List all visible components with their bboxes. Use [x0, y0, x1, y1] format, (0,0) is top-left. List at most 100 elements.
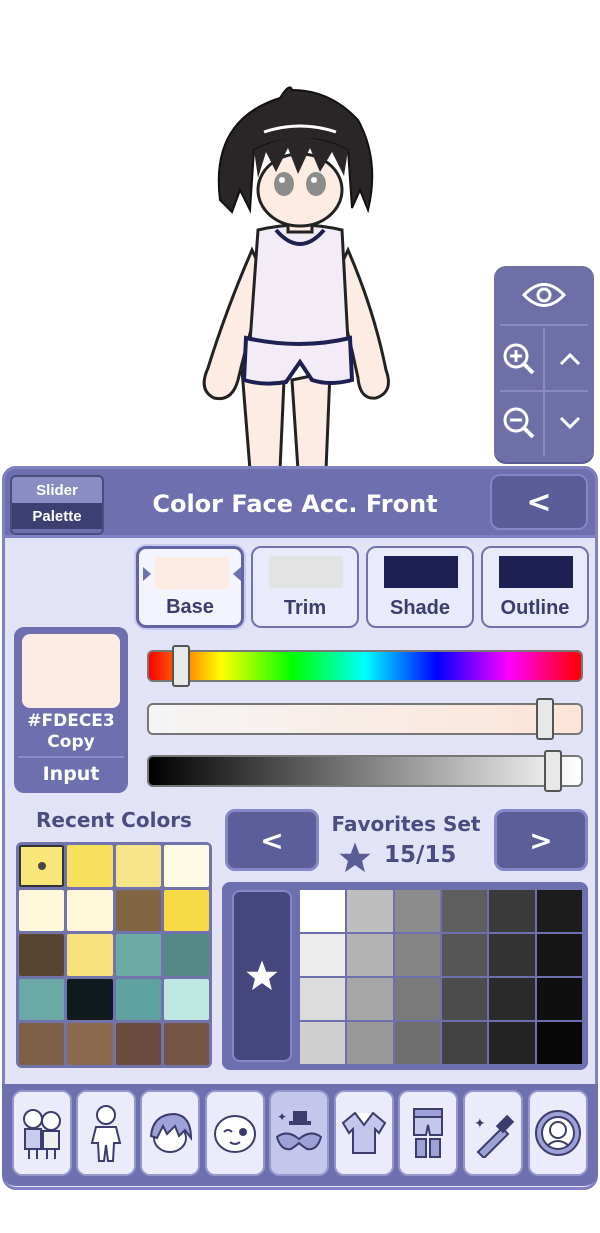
- slot-outline-swatch: [499, 556, 573, 588]
- eye-icon[interactable]: [494, 266, 594, 324]
- recent-color-swatch[interactable]: [67, 934, 113, 976]
- favorite-color-swatch[interactable]: [394, 934, 440, 976]
- add-favorite-button[interactable]: [232, 890, 292, 1062]
- favorite-color-swatch[interactable]: [394, 978, 440, 1020]
- profile-button[interactable]: [528, 1090, 588, 1176]
- scroll-up-icon[interactable]: [545, 328, 594, 390]
- slot-trim-label: Trim: [283, 597, 327, 619]
- recent-color-swatch[interactable]: [19, 1023, 65, 1065]
- accessories-icon: ✦: [275, 1110, 323, 1151]
- mode-toggle[interactable]: Slider Palette: [10, 475, 104, 535]
- star-icon: [339, 842, 371, 873]
- panel-title: Color Face Acc. Front: [152, 490, 438, 518]
- star-icon: [246, 960, 278, 991]
- face-icon: [214, 1115, 256, 1153]
- mode-slider-option[interactable]: Slider: [12, 477, 102, 503]
- copy-button[interactable]: Copy: [14, 732, 128, 752]
- favorite-color-swatch[interactable]: [536, 1022, 582, 1064]
- favorite-color-swatch[interactable]: [536, 934, 582, 976]
- recent-color-swatch[interactable]: [163, 978, 209, 1021]
- favorite-color-swatch[interactable]: [394, 890, 440, 932]
- favorite-color-swatch[interactable]: [536, 978, 582, 1020]
- mode-palette-option[interactable]: Palette: [12, 503, 102, 529]
- favorite-color-swatch[interactable]: [300, 890, 346, 932]
- scroll-down-icon[interactable]: [545, 392, 594, 454]
- recent-color-swatch[interactable]: [163, 1023, 209, 1065]
- brightness-slider[interactable]: [147, 755, 583, 787]
- slot-shade-label: Shade: [389, 597, 451, 619]
- favorite-color-swatch[interactable]: [347, 978, 393, 1020]
- favorite-color-swatch[interactable]: [394, 1022, 440, 1064]
- favorite-color-swatch[interactable]: [300, 978, 346, 1020]
- saturation-slider[interactable]: [147, 703, 583, 735]
- props-icon: ✦: [474, 1114, 515, 1158]
- recent-color-swatch[interactable]: [19, 889, 65, 932]
- slot-shade-swatch: [384, 556, 458, 588]
- favorite-color-swatch[interactable]: [489, 978, 535, 1020]
- favorite-color-swatch[interactable]: [489, 934, 535, 976]
- recent-color-swatch[interactable]: [115, 889, 161, 932]
- brightness-slider-handle[interactable]: [544, 750, 563, 792]
- saturation-slider-handle[interactable]: [535, 698, 554, 740]
- favorite-color-swatch[interactable]: [441, 1022, 488, 1064]
- slot-shade[interactable]: Shade: [366, 546, 474, 628]
- slot-base-label: Base: [166, 596, 214, 618]
- recent-color-swatch[interactable]: [67, 978, 113, 1021]
- hue-slider-handle[interactable]: [172, 645, 191, 687]
- favorite-color-swatch[interactable]: [489, 890, 535, 932]
- recent-color-swatch[interactable]: [19, 934, 65, 976]
- recent-color-swatch[interactable]: [163, 845, 209, 887]
- favorite-color-swatch[interactable]: [347, 890, 393, 932]
- top-button[interactable]: [334, 1090, 394, 1176]
- hair-button[interactable]: [140, 1090, 200, 1176]
- slot-trim-swatch: [269, 556, 343, 588]
- favorites-grid: [300, 890, 582, 1064]
- input-button[interactable]: Input: [18, 756, 124, 790]
- recent-color-swatch[interactable]: [115, 845, 161, 887]
- recent-color-swatch[interactable]: [19, 845, 65, 887]
- body-button[interactable]: [76, 1090, 136, 1176]
- props-button[interactable]: ✦: [463, 1090, 523, 1176]
- recent-color-swatch[interactable]: [19, 978, 65, 1021]
- bottom-icon: [413, 1108, 443, 1158]
- slot-outline-label: Outline: [500, 597, 570, 619]
- top-icon: [341, 1111, 387, 1154]
- recent-color-swatch[interactable]: [163, 934, 209, 976]
- slot-trim[interactable]: Trim: [251, 546, 359, 628]
- favorite-color-swatch[interactable]: [489, 1022, 535, 1064]
- recent-color-swatch[interactable]: [115, 1023, 161, 1065]
- presets-icon: [23, 1109, 61, 1159]
- svg-text:✦: ✦: [474, 1116, 486, 1132]
- favorites-next-button[interactable]: >: [494, 809, 588, 871]
- recent-color-swatch[interactable]: [67, 889, 113, 932]
- favorite-color-swatch[interactable]: [347, 1022, 393, 1064]
- favorite-color-swatch[interactable]: [441, 890, 488, 932]
- slot-outline[interactable]: Outline: [481, 546, 589, 628]
- recent-color-swatch[interactable]: [67, 1023, 113, 1065]
- hue-slider[interactable]: [147, 650, 583, 682]
- slot-base[interactable]: Base: [136, 546, 244, 628]
- selected-marker-icon: [143, 567, 151, 581]
- favorites-prev-button[interactable]: <: [225, 809, 319, 871]
- back-button[interactable]: <: [490, 474, 588, 530]
- favorite-color-swatch[interactable]: [441, 934, 488, 976]
- recent-color-swatch[interactable]: [163, 889, 209, 932]
- face-button[interactable]: [205, 1090, 265, 1176]
- favorite-color-swatch[interactable]: [300, 1022, 346, 1064]
- bottom-button[interactable]: [398, 1090, 458, 1176]
- recent-color-swatch[interactable]: [115, 934, 161, 976]
- presets-button[interactable]: [12, 1090, 72, 1176]
- slot-base-swatch: [155, 557, 229, 589]
- current-color-swatch: [22, 634, 120, 708]
- favorite-color-swatch[interactable]: [300, 934, 346, 976]
- character-preview[interactable]: [180, 80, 420, 475]
- favorite-color-swatch[interactable]: [441, 978, 488, 1020]
- favorite-color-swatch[interactable]: [347, 934, 393, 976]
- zoom-in-icon[interactable]: [494, 328, 543, 390]
- recent-color-swatch[interactable]: [67, 845, 113, 887]
- recent-color-swatch[interactable]: [115, 978, 161, 1021]
- favorite-color-swatch[interactable]: [536, 890, 582, 932]
- zoom-out-icon[interactable]: [494, 392, 543, 454]
- hex-value: #FDECE3: [27, 711, 115, 731]
- accessories-button[interactable]: ✦: [269, 1090, 329, 1176]
